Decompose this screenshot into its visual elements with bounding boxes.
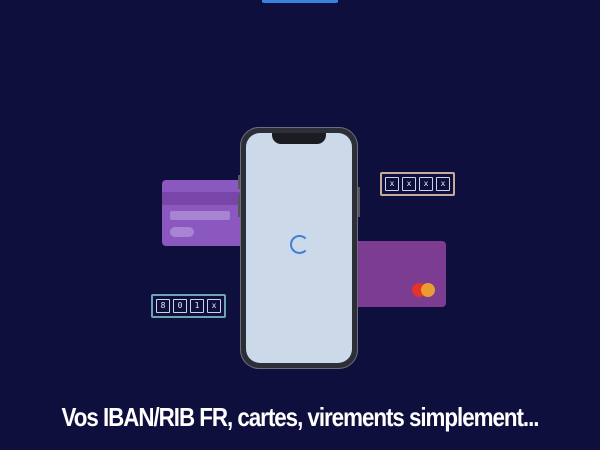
smartphone-mockup — [238, 127, 360, 369]
pin-cell: x — [436, 177, 450, 191]
pin-cell: x — [402, 177, 416, 191]
top-tab-indicator — [262, 0, 338, 3]
mastercard-logo-icon — [412, 283, 436, 297]
loading-spinner-icon — [290, 235, 309, 254]
card-pill — [170, 227, 194, 237]
phone-notch — [272, 133, 326, 144]
pin-cell: 0 — [173, 299, 187, 313]
pin-cell: 1 — [190, 299, 204, 313]
pin-cell: x — [207, 299, 221, 313]
phone-volume-button — [238, 195, 240, 217]
pin-code-box-right: x x x x — [380, 172, 455, 196]
caption-text: Vos IBAN/RIB FR, cartes, virements simpl… — [61, 402, 540, 432]
purple-card-right — [345, 241, 446, 307]
pin-cell: 8 — [156, 299, 170, 313]
phone-volume-button — [238, 175, 240, 189]
pin-cell: x — [385, 177, 399, 191]
card-text-line — [170, 211, 230, 220]
phone-screen — [246, 133, 352, 363]
pin-code-box-left: 8 0 1 x — [151, 294, 226, 318]
phone-power-button — [358, 187, 360, 217]
pin-cell: x — [419, 177, 433, 191]
